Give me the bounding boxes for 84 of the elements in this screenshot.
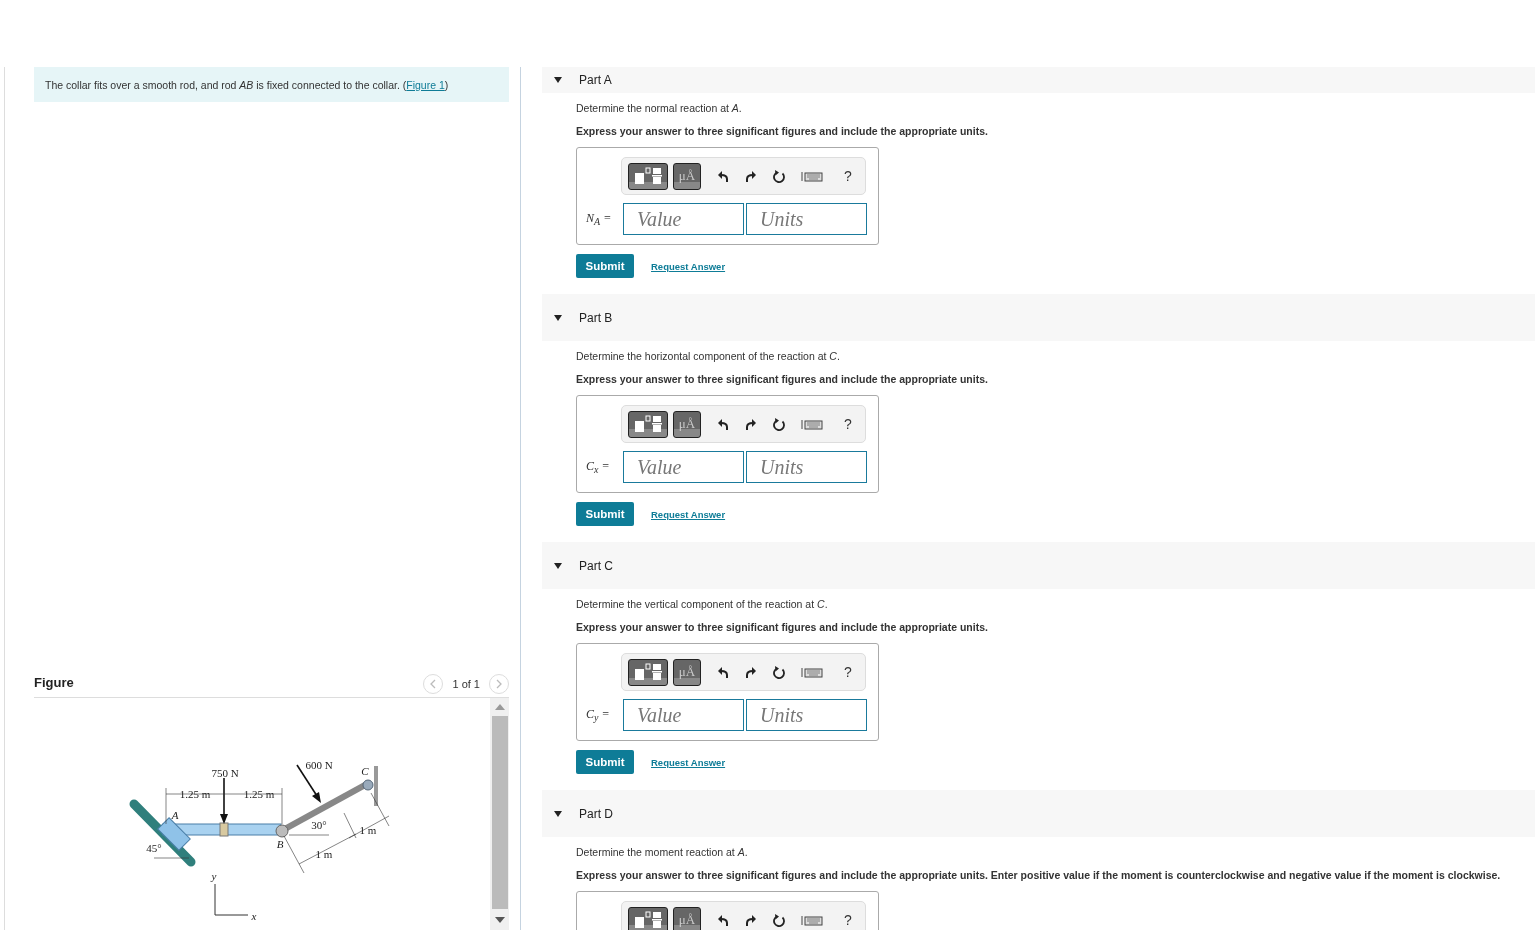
undo-icon[interactable] bbox=[717, 913, 729, 927]
request-answer-link[interactable]: Request Answer bbox=[651, 508, 726, 520]
template-button[interactable] bbox=[628, 906, 668, 930]
template-icon[interactable] bbox=[633, 167, 663, 185]
reset-icon[interactable] bbox=[773, 913, 785, 927]
redo-icon[interactable] bbox=[745, 169, 757, 183]
instruction-text: Express your answer to three significant figures and include the appropriate units. bbox=[576, 621, 989, 634]
units-field[interactable]: Units bbox=[746, 451, 867, 483]
figure-label: 600 N bbox=[305, 759, 333, 771]
units-field[interactable]: Units bbox=[746, 699, 867, 731]
keyboard-icon[interactable] bbox=[801, 417, 823, 431]
axes-drawing bbox=[214, 883, 249, 916]
caret-icon bbox=[554, 314, 562, 321]
help-button[interactable]: ? bbox=[844, 912, 852, 928]
caret-icon bbox=[554, 562, 562, 569]
units-field[interactable]: Units bbox=[746, 203, 867, 235]
figure-label: B bbox=[276, 838, 284, 850]
redo-icon[interactable] bbox=[745, 913, 757, 927]
scroll-down-icon[interactable] bbox=[494, 917, 505, 923]
instruction-text: Express your answer to three significant figures and include the appropriate units. bbox=[576, 125, 989, 138]
instruction-text: Express your answer to three significant figures and include the appropriate units. Enter positive value if the moment is counterclockwise and negative value if the moment is clockwise. bbox=[576, 869, 1502, 882]
help-button[interactable]: ? bbox=[844, 168, 852, 184]
help-button[interactable]: ? bbox=[844, 664, 852, 680]
figure-label: 750 N bbox=[211, 767, 239, 779]
undo-icon[interactable] bbox=[717, 665, 729, 679]
template-button[interactable] bbox=[628, 658, 668, 686]
units-button[interactable]: μÅ bbox=[673, 906, 701, 930]
request-answer-link[interactable]: Request Answer bbox=[651, 260, 726, 272]
template-icon[interactable] bbox=[633, 415, 663, 433]
units-button[interactable]: μÅ bbox=[673, 658, 701, 686]
undo-icon[interactable] bbox=[717, 417, 729, 431]
part-header[interactable]: Part D bbox=[542, 790, 1535, 837]
figure-link[interactable]: Figure 1 bbox=[406, 78, 445, 91]
caret-icon bbox=[554, 810, 562, 817]
keyboard-icon[interactable] bbox=[801, 913, 823, 927]
question-text: Determine the vertical component of the reaction at C. bbox=[576, 598, 829, 611]
template-button[interactable] bbox=[628, 162, 668, 190]
help-button[interactable]: ? bbox=[844, 416, 852, 432]
figure-label: C bbox=[361, 765, 369, 777]
reset-icon[interactable] bbox=[773, 169, 785, 183]
figure-label: y bbox=[211, 870, 217, 882]
units-button[interactable]: μÅ bbox=[673, 162, 701, 190]
figure-label: 1.25 m bbox=[243, 788, 275, 800]
undo-icon[interactable] bbox=[717, 169, 729, 183]
value-field[interactable]: Value bbox=[623, 203, 744, 235]
variable-label: C$_{y}$ = bbox=[586, 706, 611, 724]
submit-button[interactable]: Submit bbox=[576, 502, 634, 526]
question-text: Determine the horizontal component of the reaction at C. bbox=[576, 350, 841, 363]
figure-label: 1 m bbox=[359, 824, 377, 836]
value-field[interactable]: Value bbox=[623, 451, 744, 483]
scrollbar[interactable] bbox=[490, 698, 509, 930]
variable-label: N$_{A}$ = bbox=[586, 210, 613, 228]
part-header[interactable]: Part B bbox=[542, 294, 1535, 341]
reset-icon[interactable] bbox=[773, 417, 785, 431]
reset-icon[interactable] bbox=[773, 665, 785, 679]
caret-icon bbox=[554, 77, 562, 83]
figure-label: A bbox=[171, 809, 179, 821]
question-text: Determine the normal reaction at A. bbox=[576, 102, 743, 115]
figure-label: 1.25 m bbox=[179, 788, 211, 800]
template-button[interactable] bbox=[628, 410, 668, 438]
template-icon[interactable] bbox=[633, 663, 663, 681]
value-field[interactable]: Value bbox=[623, 699, 744, 731]
figure-label: x bbox=[251, 910, 257, 922]
instruction-text: Express your answer to three significant figures and include the appropriate units. bbox=[576, 373, 989, 386]
figure-label: 30° bbox=[311, 819, 327, 831]
part-header[interactable]: Part A bbox=[542, 67, 1535, 93]
figure-label: 45° bbox=[146, 842, 162, 854]
intro-text: The collar fits over a smooth rod, and rod AB is fixed connected to the collar. (Figure 1) bbox=[45, 78, 449, 91]
page-counter: 1 of 1 bbox=[452, 678, 480, 690]
redo-icon[interactable] bbox=[745, 417, 757, 431]
part-header[interactable]: Part C bbox=[542, 542, 1535, 589]
question-text: Determine the moment reaction at A. bbox=[576, 846, 749, 859]
keyboard-icon[interactable] bbox=[801, 169, 823, 183]
redo-icon[interactable] bbox=[745, 665, 757, 679]
keyboard-icon[interactable] bbox=[801, 665, 823, 679]
submit-button[interactable]: Submit bbox=[576, 750, 634, 774]
scroll-thumb[interactable] bbox=[491, 716, 508, 909]
figure-label: 1 m bbox=[315, 848, 333, 860]
submit-button[interactable]: Submit bbox=[576, 254, 634, 278]
figure-heading: Figure bbox=[34, 674, 74, 690]
template-icon[interactable] bbox=[633, 911, 663, 929]
variable-label: C$_{x}$ = bbox=[586, 458, 611, 476]
request-answer-link[interactable]: Request Answer bbox=[651, 756, 726, 768]
units-button[interactable]: μÅ bbox=[673, 410, 701, 438]
